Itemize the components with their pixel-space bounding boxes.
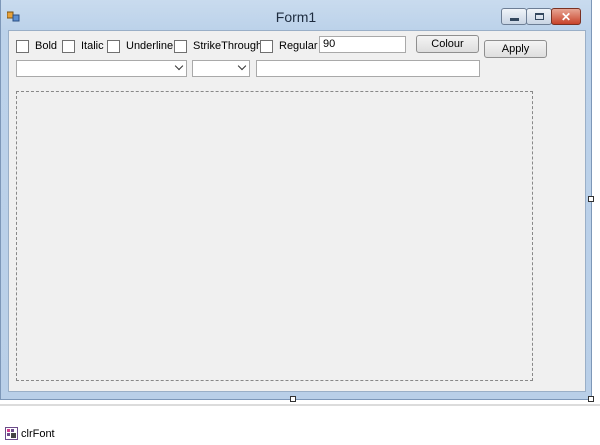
minimize-icon: [509, 17, 519, 21]
font-family-combo[interactable]: [16, 60, 187, 77]
maximize-button[interactable]: [526, 8, 552, 25]
maximize-icon: [534, 13, 544, 20]
tray-item-clrfont[interactable]: clrFont: [5, 427, 55, 440]
form-client-area: Bold Italic Underline StrikeThrough Regu…: [8, 30, 586, 392]
resize-handle-right[interactable]: [588, 196, 594, 202]
checkbox-underline[interactable]: Underline: [107, 39, 173, 53]
apply-button[interactable]: Apply: [484, 40, 547, 58]
window-buttons: ✕: [501, 8, 581, 25]
checkbox-box[interactable]: [260, 39, 273, 53]
chevron-down-icon[interactable]: [237, 61, 247, 71]
checkbox-label: Underline: [126, 40, 174, 52]
checkbox-box[interactable]: [107, 39, 120, 53]
size-input[interactable]: 90: [319, 36, 406, 53]
component-tray: clrFont: [0, 406, 600, 445]
designer-surface: Form1 ✕ Bold Italic Underline StrikeThro…: [0, 0, 600, 404]
font-size-combo[interactable]: [192, 60, 250, 77]
checkbox-label: StrikeThrough: [193, 40, 263, 52]
checkbox-box[interactable]: [62, 39, 75, 53]
tray-item-label: clrFont: [21, 427, 55, 440]
checkbox-label: Bold: [35, 40, 58, 52]
color-dialog-icon: [5, 427, 18, 440]
checkbox-label: Regular: [279, 40, 318, 52]
colour-button[interactable]: Colour: [416, 35, 479, 53]
checkbox-italic[interactable]: Italic: [62, 39, 104, 53]
form-window[interactable]: Form1 ✕ Bold Italic Underline StrikeThro…: [0, 0, 592, 400]
checkbox-label: Italic: [81, 40, 104, 52]
title-bar[interactable]: Form1 ✕: [1, 0, 591, 32]
close-icon: ✕: [560, 9, 572, 24]
minimize-button[interactable]: [501, 8, 527, 25]
checkbox-box[interactable]: [174, 39, 187, 53]
checkbox-bold[interactable]: Bold: [16, 39, 57, 53]
checkbox-box[interactable]: [16, 39, 29, 53]
close-button[interactable]: ✕: [551, 8, 581, 25]
resize-handle-corner[interactable]: [588, 396, 594, 402]
checkbox-regular[interactable]: Regular: [260, 39, 318, 53]
chevron-down-icon[interactable]: [174, 61, 184, 71]
checkbox-strikethrough[interactable]: StrikeThrough: [174, 39, 262, 53]
preview-panel[interactable]: [16, 91, 533, 381]
resize-handle-bottom[interactable]: [290, 396, 296, 402]
text-input[interactable]: [256, 60, 480, 77]
